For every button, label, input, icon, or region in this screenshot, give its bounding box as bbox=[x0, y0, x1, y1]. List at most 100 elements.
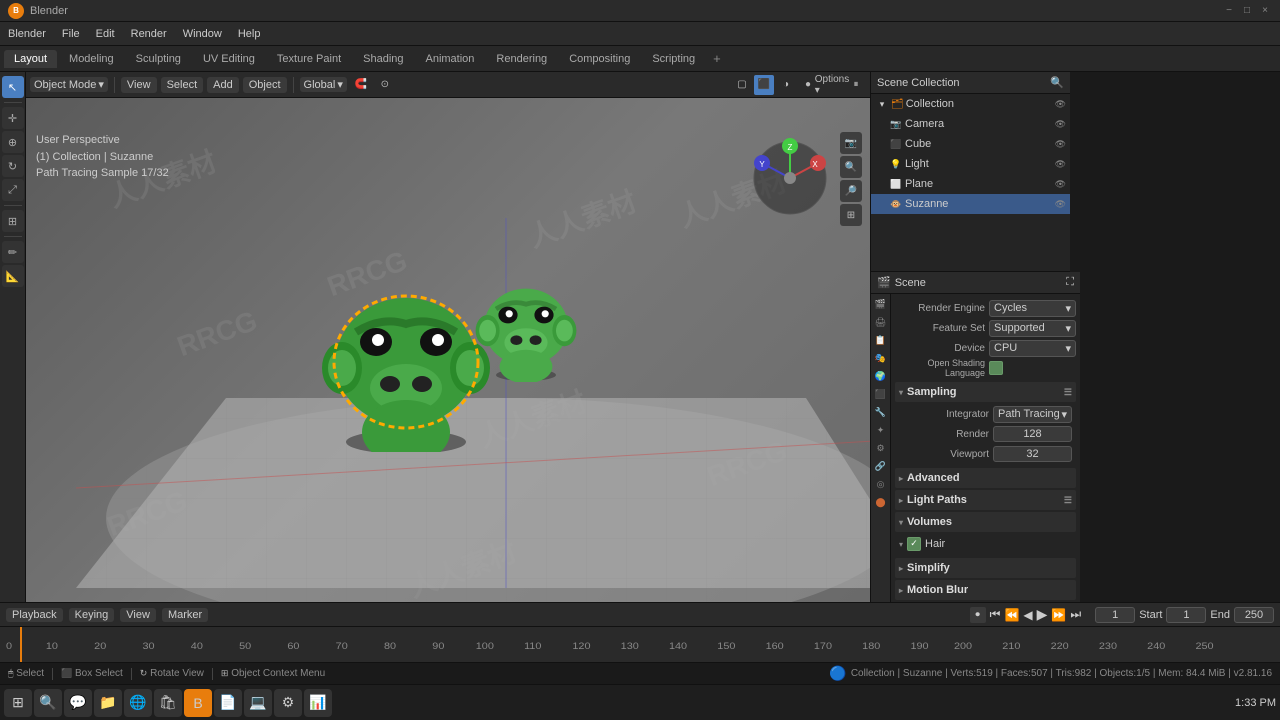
scene-props-icon[interactable]: 🎭 bbox=[873, 350, 889, 366]
zoom-in-button[interactable]: 🔍 bbox=[840, 156, 862, 178]
motion-blur-section-header[interactable]: ▸ Motion Blur bbox=[895, 580, 1076, 600]
outliner-item-light[interactable]: 💡 Light 👁 bbox=[871, 154, 1070, 174]
taskbar-explorer-icon[interactable]: 📁 bbox=[94, 689, 122, 717]
tab-scripting[interactable]: Scripting bbox=[642, 50, 705, 68]
simplify-section-header[interactable]: ▸ Simplify bbox=[895, 558, 1076, 578]
move-tool-button[interactable]: ⊕ bbox=[2, 131, 24, 153]
object-props-icon[interactable]: ⬛ bbox=[873, 386, 889, 402]
taskbar-store-icon[interactable]: 🛍 bbox=[154, 689, 182, 717]
viewport-shading-material[interactable]: ◑ bbox=[776, 75, 796, 95]
frame-all-button[interactable]: ⊞ bbox=[840, 204, 862, 226]
step-back-button[interactable]: ⏪ bbox=[1004, 608, 1019, 622]
menu-blender[interactable]: Blender bbox=[0, 26, 54, 42]
titlebar-controls[interactable]: − □ × bbox=[1222, 4, 1272, 18]
collection-visibility-icon[interactable]: 👁 bbox=[1055, 99, 1066, 110]
object-menu-button[interactable]: Object bbox=[243, 77, 287, 93]
outliner-item-camera[interactable]: 📷 Camera 👁 bbox=[871, 114, 1070, 134]
sampling-section-header[interactable]: ▾ Sampling ☰ bbox=[895, 382, 1076, 402]
device-select[interactable]: CPU ▾ bbox=[989, 340, 1076, 357]
transform-tool-button[interactable]: ⊞ bbox=[2, 210, 24, 232]
viewport-canvas[interactable]: 人人素材 RRCG 人人素材 RRCG 人人素材 RRCG 人人素材 人人素材 … bbox=[26, 98, 870, 602]
advanced-section-header[interactable]: ▸ Advanced bbox=[895, 468, 1076, 488]
light-visibility-icon[interactable]: 👁 bbox=[1055, 159, 1066, 170]
taskbar-code-icon[interactable]: 💻 bbox=[244, 689, 272, 717]
modifier-props-icon[interactable]: 🔧 bbox=[873, 404, 889, 420]
render-props-icon[interactable]: 🎬 bbox=[873, 296, 889, 312]
measure-tool-button[interactable]: 📐 bbox=[2, 265, 24, 287]
jump-start-button[interactable]: ⏮ bbox=[990, 607, 1001, 622]
transform-orientation-select[interactable]: Global ▾ bbox=[300, 77, 347, 92]
physics-props-icon[interactable]: ⚙ bbox=[873, 440, 889, 456]
maximize-button[interactable]: □ bbox=[1240, 4, 1254, 18]
outliner-item-cube[interactable]: ⬛ Cube 👁 bbox=[871, 134, 1070, 154]
light-paths-section-header[interactable]: ▸ Light Paths ☰ bbox=[895, 490, 1076, 510]
end-frame-input[interactable]: 250 bbox=[1234, 607, 1274, 623]
navigation-gizmo[interactable]: X Y Z bbox=[750, 138, 830, 218]
prop-expand-icon[interactable]: ⛶ bbox=[1066, 276, 1074, 289]
outliner-item-plane[interactable]: ⬜ Plane 👁 bbox=[871, 174, 1070, 194]
tab-compositing[interactable]: Compositing bbox=[559, 50, 640, 68]
start-frame-input[interactable]: 1 bbox=[1166, 607, 1206, 623]
osl-checkbox[interactable] bbox=[989, 361, 1003, 375]
viewport-shading-wire[interactable]: ▢ bbox=[732, 75, 752, 95]
proportional-edit-toggle[interactable]: ⊙ bbox=[375, 75, 395, 95]
world-props-icon[interactable]: 🌍 bbox=[873, 368, 889, 384]
timeline-record-button[interactable]: ⏺ bbox=[970, 607, 986, 623]
viewport-options-button[interactable]: Options ▾ bbox=[822, 75, 842, 95]
taskbar-blender-icon[interactable]: B bbox=[184, 689, 212, 717]
view-layer-props-icon[interactable]: 📋 bbox=[873, 332, 889, 348]
outliner-filter-icon[interactable]: 🔍 bbox=[1050, 76, 1064, 89]
snap-toggle[interactable]: 🧲 bbox=[351, 75, 371, 95]
output-props-icon[interactable]: 🖨 bbox=[873, 314, 889, 330]
sampling-list-icon[interactable]: ☰ bbox=[1064, 387, 1072, 398]
taskbar-app2-icon[interactable]: 📊 bbox=[304, 689, 332, 717]
viewport-pause-render-button[interactable]: ⏸ bbox=[846, 75, 866, 95]
hair-checkbox[interactable] bbox=[907, 537, 921, 551]
tab-modeling[interactable]: Modeling bbox=[59, 50, 124, 68]
tab-animation[interactable]: Animation bbox=[416, 50, 485, 68]
plane-visibility-icon[interactable]: 👁 bbox=[1055, 179, 1066, 190]
constraints-props-icon[interactable]: 🔗 bbox=[873, 458, 889, 474]
menu-file[interactable]: File bbox=[54, 26, 88, 42]
select-tool-button[interactable]: ↖ bbox=[2, 76, 24, 98]
data-props-icon[interactable]: ◎ bbox=[873, 476, 889, 492]
viewport-samples-input[interactable]: 32 bbox=[993, 446, 1072, 462]
material-props-icon[interactable]: ⬤ bbox=[873, 494, 889, 510]
viewport-3d[interactable]: Object Mode ▾ View Select Add Object Glo… bbox=[26, 72, 870, 602]
menu-help[interactable]: Help bbox=[230, 26, 269, 42]
playback-button[interactable]: Playback bbox=[6, 608, 63, 622]
cursor-tool-button[interactable]: ✛ bbox=[2, 107, 24, 129]
cube-visibility-icon[interactable]: 👁 bbox=[1055, 139, 1066, 150]
annotate-tool-button[interactable]: ✏ bbox=[2, 241, 24, 263]
suzanne-visibility-icon[interactable]: 👁 bbox=[1055, 199, 1066, 210]
camera-view-button[interactable]: 📷 bbox=[840, 132, 862, 154]
outliner-item-suzanne[interactable]: 🐵 Suzanne 👁 bbox=[871, 194, 1070, 214]
keying-button[interactable]: Keying bbox=[69, 608, 115, 622]
taskbar-search-icon[interactable]: 🔍 bbox=[34, 689, 62, 717]
taskbar-windows-icon[interactable]: ⊞ bbox=[4, 689, 32, 717]
tab-rendering[interactable]: Rendering bbox=[486, 50, 557, 68]
close-button[interactable]: × bbox=[1258, 4, 1272, 18]
tab-layout[interactable]: Layout bbox=[4, 50, 57, 68]
play-button[interactable]: ▶ bbox=[1037, 606, 1048, 623]
jump-end-button[interactable]: ⏭ bbox=[1070, 607, 1081, 622]
taskbar-cortana-icon[interactable]: 💬 bbox=[64, 689, 92, 717]
current-frame-input[interactable]: 1 bbox=[1095, 607, 1135, 623]
menu-render[interactable]: Render bbox=[123, 26, 175, 42]
timeline-playhead[interactable] bbox=[20, 627, 22, 662]
viewport-shading-solid[interactable]: ⬛ bbox=[754, 75, 774, 95]
object-mode-select[interactable]: Object Mode ▾ bbox=[30, 77, 108, 92]
add-workspace-button[interactable]: + bbox=[707, 49, 727, 68]
taskbar-file-icon[interactable]: 📄 bbox=[214, 689, 242, 717]
feature-set-select[interactable]: Supported ▾ bbox=[989, 320, 1076, 337]
render-engine-select[interactable]: Cycles ▾ bbox=[989, 300, 1076, 317]
play-back-button[interactable]: ◀ bbox=[1023, 608, 1032, 622]
taskbar-edge-icon[interactable]: 🌐 bbox=[124, 689, 152, 717]
view-menu-button[interactable]: View bbox=[121, 77, 157, 93]
tab-sculpting[interactable]: Sculpting bbox=[126, 50, 191, 68]
light-paths-list-icon[interactable]: ☰ bbox=[1064, 495, 1072, 506]
tab-uv-editing[interactable]: UV Editing bbox=[193, 50, 265, 68]
tab-shading[interactable]: Shading bbox=[353, 50, 413, 68]
particles-props-icon[interactable]: ✦ bbox=[873, 422, 889, 438]
minimize-button[interactable]: − bbox=[1222, 4, 1236, 18]
